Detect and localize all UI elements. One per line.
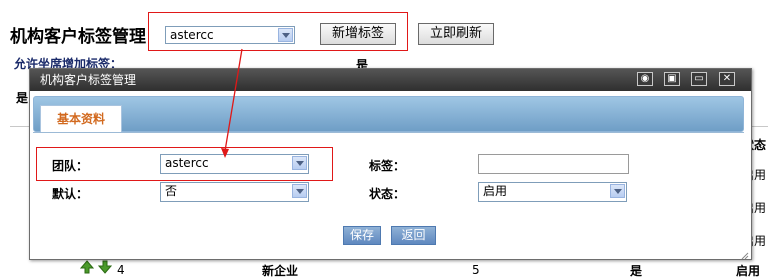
annotation-arrow [221,48,243,158]
